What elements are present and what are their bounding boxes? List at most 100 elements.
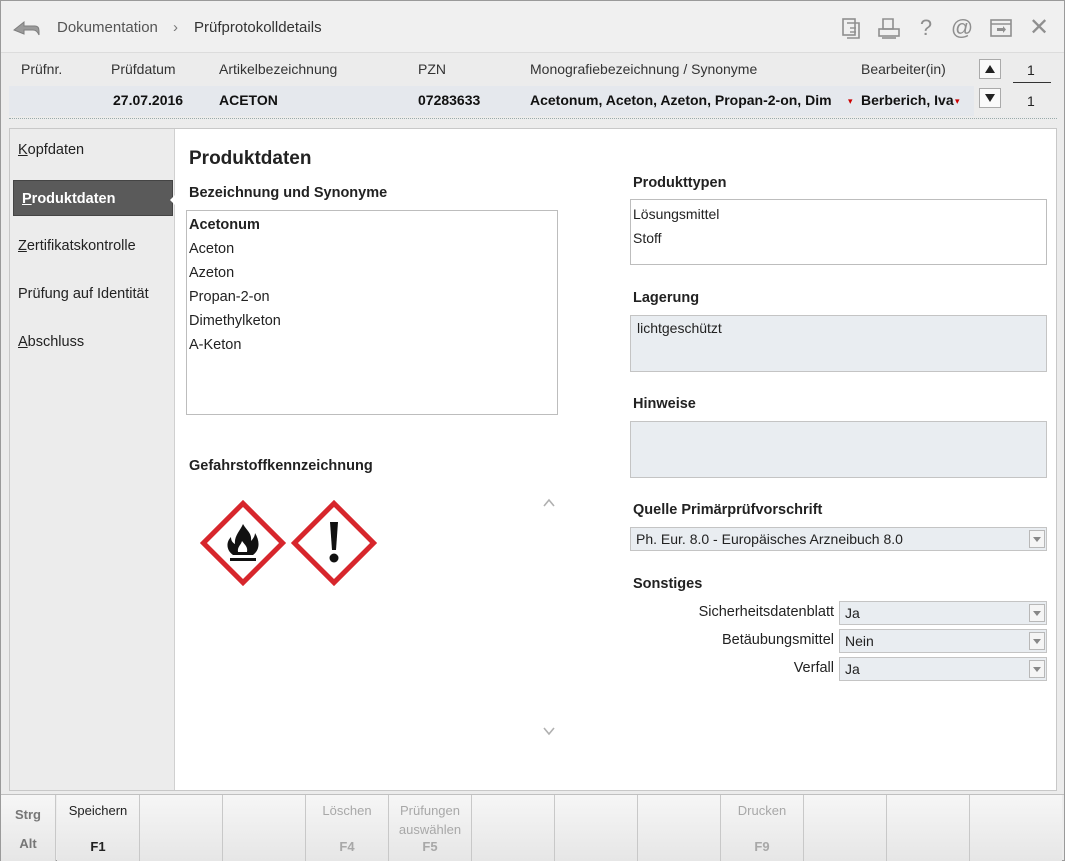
verfall-select[interactable]: Ja <box>839 657 1047 681</box>
strg-key[interactable]: Strg <box>1 807 55 822</box>
sidebar-item-label: roduktdaten <box>31 191 116 207</box>
notes-field[interactable] <box>630 421 1047 478</box>
print-button[interactable]: Drucken F9 <box>721 795 804 861</box>
access-key: A <box>18 334 28 350</box>
access-key: Z <box>18 238 27 254</box>
f12-button <box>970 795 1062 861</box>
button-label: Löschen <box>322 803 372 818</box>
select-tests-button[interactable]: Prüfungen auswählen F5 <box>389 795 472 861</box>
button-label-line2: auswählen <box>398 822 462 837</box>
misc-heading: Sonstiges <box>633 576 703 592</box>
synonyms-list[interactable]: Acetonum Aceton Azeton Propan-2-on Dimet… <box>186 210 558 415</box>
hotkey-label: F1 <box>90 839 106 854</box>
col-header-monografie: Monografiebezeichnung / Synonyme <box>530 61 758 77</box>
list-item[interactable]: Aceton <box>187 237 557 261</box>
hotkey-label: F4 <box>339 839 355 854</box>
f10-button <box>804 795 887 861</box>
content-frame: Kopfdaten Produktdaten Zertifikatskontro… <box>9 128 1057 791</box>
delete-button[interactable]: Löschen F4 <box>306 795 389 861</box>
notes-heading: Hinweise <box>633 396 696 412</box>
scroll-up-button[interactable] <box>979 59 1001 79</box>
sidebar-item-abschluss[interactable]: Abschluss <box>10 324 175 360</box>
save-button[interactable]: Speichern F1 <box>57 795 140 861</box>
help-icon[interactable]: ? <box>914 16 938 40</box>
chevron-down-icon[interactable] <box>1029 632 1045 650</box>
f6-button <box>472 795 555 861</box>
breadcrumb-separator: › <box>173 19 178 36</box>
protocol-header: Prüfnr. Prüfdatum Artikelbezeichnung PZN… <box>9 56 1057 120</box>
settings-window-icon[interactable] <box>989 16 1013 40</box>
sidebar-item-label: Prüfung auf Identität <box>18 286 149 302</box>
col-header-pruefnr: Prüfnr. <box>21 61 63 77</box>
list-item[interactable]: Stoff <box>631 226 1046 250</box>
function-key-bar: Strg Alt Speichern F1 Löschen F4 Prüfung… <box>1 794 1064 861</box>
verfall-label: Verfall <box>793 660 834 676</box>
list-item[interactable]: Lösungsmittel <box>631 202 1046 226</box>
hotkey-label: F5 <box>422 839 438 854</box>
button-label: Drucken <box>737 803 787 818</box>
scroll-down-button[interactable] <box>979 88 1001 108</box>
flame-pictogram-icon <box>200 500 286 586</box>
col-header-pruefdatum: Prüfdatum <box>111 61 176 77</box>
hotkey-label: F9 <box>754 839 770 854</box>
f8-button <box>638 795 721 861</box>
cell-pzn: 07283633 <box>418 92 481 108</box>
breadcrumb-root[interactable]: Dokumentation <box>57 19 158 36</box>
storage-value: lichtgeschützt <box>637 320 722 336</box>
sdb-select[interactable]: Ja <box>839 601 1047 625</box>
chevron-down-icon[interactable] <box>1029 660 1045 678</box>
button-label: Prüfungen auswählen <box>389 801 471 839</box>
access-key: K <box>18 142 28 158</box>
product-data-panel: Produktdaten Bezeichnung und Synonyme Ac… <box>176 129 1056 790</box>
scroll-up-icon[interactable] <box>542 497 556 509</box>
list-item[interactable]: Acetonum <box>187 213 557 237</box>
f7-button <box>555 795 638 861</box>
source-select[interactable]: Ph. Eur. 8.0 - Europäisches Arzneibuch 8… <box>630 527 1047 551</box>
title-bar: Dokumentation › Prüfprotokolldetails ? @… <box>1 1 1064 53</box>
hazard-pictogram-area <box>185 481 542 753</box>
close-icon[interactable]: ✕ <box>1027 16 1051 40</box>
breadcrumb-current: Prüfprotokolldetails <box>194 19 322 36</box>
list-item[interactable]: Propan-2-on <box>187 285 557 309</box>
btm-select[interactable]: Nein <box>839 629 1047 653</box>
chevron-down-icon[interactable] <box>1029 604 1045 622</box>
access-key: P <box>22 191 32 207</box>
list-item[interactable]: Azeton <box>187 261 557 285</box>
sidebar-item-label: bschluss <box>27 334 85 350</box>
storage-field[interactable]: lichtgeschützt <box>630 315 1047 372</box>
cell-pruefdatum: 27.07.2016 <box>113 92 184 108</box>
print-preview-icon[interactable] <box>877 16 901 40</box>
page-title: Produktdaten <box>189 148 312 169</box>
product-types-list[interactable]: Lösungsmittel Stoff <box>630 199 1047 265</box>
list-item[interactable]: Dimethylketon <box>187 309 557 333</box>
f11-button <box>887 795 970 861</box>
chevron-down-icon[interactable] <box>1029 530 1045 548</box>
email-icon[interactable]: @ <box>950 16 974 40</box>
list-item[interactable]: A-Keton <box>187 333 557 357</box>
btm-value: Nein <box>845 633 874 649</box>
cell-monografie: Acetonum, Aceton, Azeton, Propan-2-on, D… <box>530 92 832 108</box>
counter-divider <box>1013 82 1051 83</box>
sidebar-item-pruefung-identitaet[interactable]: Prüfung auf Identität <box>10 276 175 312</box>
sidebar: Kopfdaten Produktdaten Zertifikatskontro… <box>10 129 178 790</box>
header-separator <box>9 118 1057 119</box>
app-window: Dokumentation › Prüfprotokolldetails ? @… <box>0 0 1065 861</box>
scroll-down-icon[interactable] <box>542 725 556 737</box>
modifier-keys[interactable]: Strg Alt <box>1 795 56 861</box>
source-value: Ph. Eur. 8.0 - Europäisches Arzneibuch 8… <box>636 531 903 547</box>
button-label: Speichern <box>68 803 128 818</box>
f2-button <box>140 795 223 861</box>
sidebar-item-kopfdaten[interactable]: Kopfdaten <box>10 132 175 168</box>
sidebar-item-zertifikatskontrolle[interactable]: Zertifikatskontrolle <box>10 228 175 264</box>
back-arrow-icon[interactable] <box>11 15 41 41</box>
sidebar-item-label: opfdaten <box>27 142 85 158</box>
copy-icon[interactable] <box>839 16 863 40</box>
button-label-line1: Prüfungen <box>400 803 460 818</box>
sidebar-item-produktdaten[interactable]: Produktdaten <box>13 180 173 216</box>
truncation-marker: ▾ <box>955 96 960 106</box>
alt-key[interactable]: Alt <box>1 836 55 851</box>
verfall-value: Ja <box>845 661 860 677</box>
cell-artikel: ACETON <box>219 92 278 108</box>
cell-bearbeiter: Berberich, Iva <box>861 92 954 108</box>
truncation-marker: ▾ <box>848 96 853 106</box>
